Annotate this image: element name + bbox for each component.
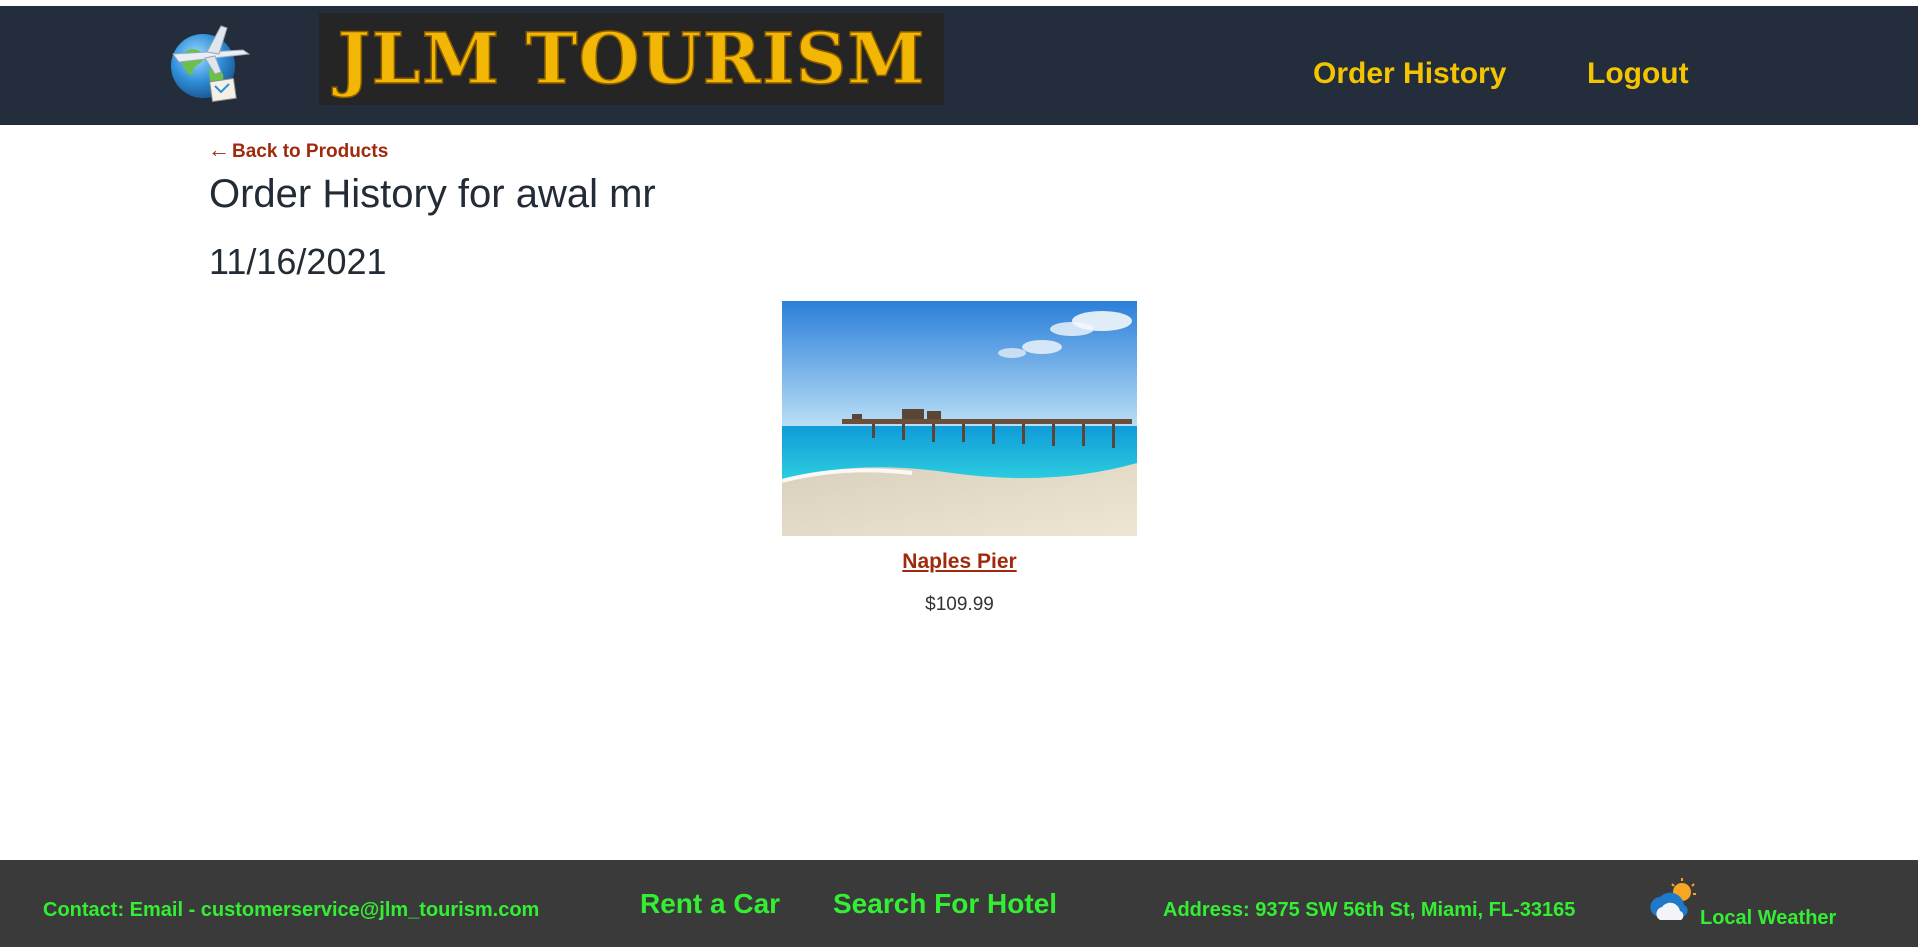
back-to-products-link[interactable]: ← Back to Products [208, 137, 388, 163]
footer-address: Address: 9375 SW 56th St, Miami, FL-3316… [1163, 899, 1576, 921]
page-title: Order History for awal mr [209, 172, 656, 216]
nav-logout-link[interactable]: Logout [1587, 57, 1689, 91]
sun-cloud-icon[interactable] [1650, 876, 1698, 924]
footer-contact-email: Contact: Email - customerservice@jlm_tou… [43, 899, 540, 921]
product-price: $109.99 [925, 594, 994, 615]
order-item-card: Naples Pier $109.99 [782, 301, 1137, 616]
footer-local-weather-link[interactable]: Local Weather [1700, 907, 1836, 930]
order-date: 11/16/2021 [209, 241, 387, 282]
globe-airplane-icon [171, 25, 251, 103]
product-name-link[interactable]: Naples Pier [782, 550, 1137, 574]
site-footer: Contact: Email - customerservice@jlm_tou… [0, 860, 1918, 947]
back-arrow-icon: ← [208, 137, 230, 162]
brand-logo[interactable]: JLM TOURISM [319, 13, 944, 105]
back-to-products-label: Back to Products [232, 141, 389, 162]
page: JLM TOURISM Order History Logout ← Back t… [0, 0, 1918, 947]
nav-order-history-link[interactable]: Order History [1313, 57, 1506, 91]
footer-rent-car-link[interactable]: Rent a Car [640, 888, 780, 920]
site-header: JLM TOURISM Order History Logout [0, 6, 1918, 125]
footer-search-hotel-link[interactable]: Search For Hotel [833, 888, 1057, 920]
product-image-naples-pier[interactable] [782, 301, 1137, 536]
brand-logo-text: JLM TOURISM [337, 17, 926, 100]
